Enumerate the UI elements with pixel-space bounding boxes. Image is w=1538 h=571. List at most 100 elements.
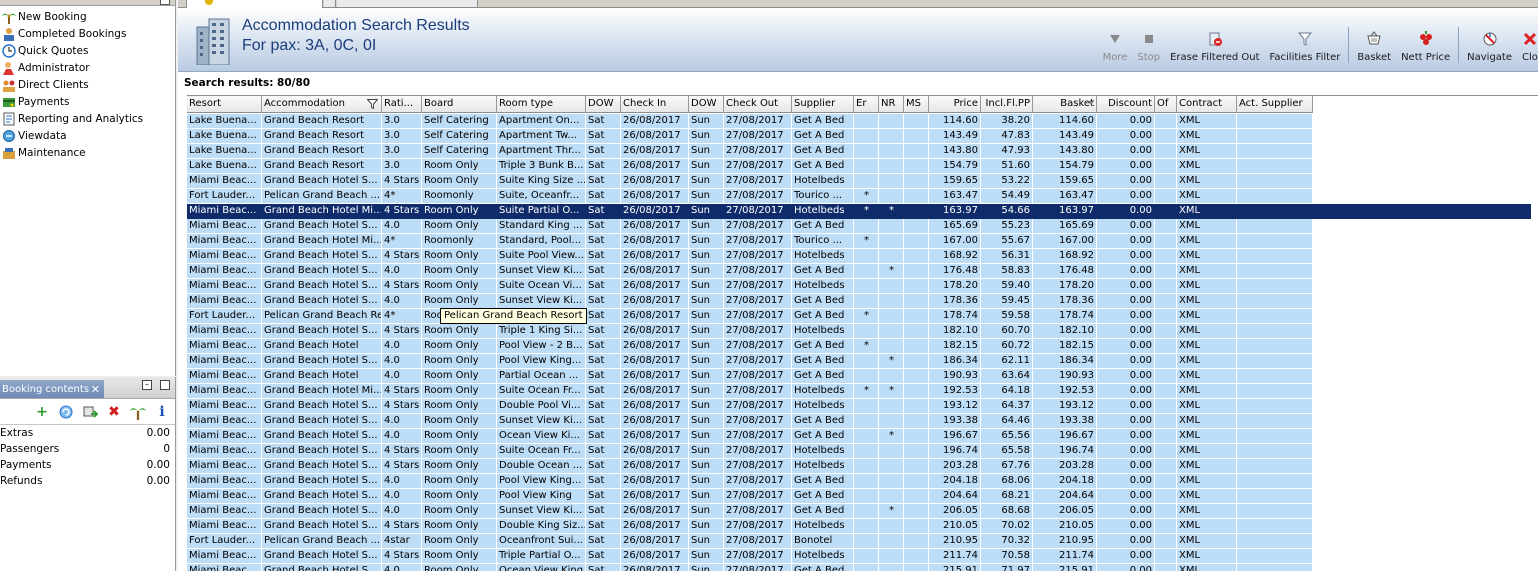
palm-tree-icon[interactable] (130, 404, 146, 420)
nav-item-payments[interactable]: Payments (0, 93, 175, 110)
table-row[interactable]: Fort Lauder... Pelican Grand Beach ... 4st… (187, 534, 1531, 549)
table-row[interactable]: Miami Beac... Grand Beach Hotel S... 4 Sta… (187, 249, 1531, 264)
cell-er (854, 174, 879, 189)
cell-basket: 167.00 (1033, 234, 1097, 249)
nav-item-direct-clients[interactable]: Direct Clients (0, 76, 175, 93)
table-row[interactable]: Miami Beac... Grand Beach Hotel S... 4.0 Ro… (187, 219, 1531, 234)
table-row[interactable]: Miami Beac... Grand Beach Hotel S... 4 Sta… (187, 174, 1531, 189)
column-header-act-supplier[interactable]: Act. Supplier (1237, 96, 1313, 113)
table-row[interactable]: Fort Lauder...Pelican Grand Beach Resort… (187, 309, 1531, 324)
table-row[interactable]: Miami Beac... Grand Beach Hotel S... 4.0 Ro… (187, 294, 1531, 309)
table-row[interactable]: Miami Beac... Grand Beach Hotel S... 4.0 Ro… (187, 414, 1531, 429)
nav-item-viewdata[interactable]: Viewdata (0, 127, 175, 144)
column-header-board[interactable]: Board (422, 96, 497, 113)
nav-item-maintenance[interactable]: Maintenance (0, 144, 175, 161)
nav-panel-restore-icon[interactable] (160, 0, 170, 5)
column-header-dow-in[interactable]: DOW (586, 96, 621, 113)
cell-dow-in: Sat (586, 189, 621, 204)
column-header-room-type[interactable]: Room type (497, 96, 586, 113)
info-icon[interactable]: i (154, 404, 170, 420)
delete-icon[interactable]: ✖ (106, 404, 122, 420)
nav-item-quick-quotes[interactable]: Quick Quotes (0, 42, 175, 59)
facilities-filter-button[interactable]: Facilities Filter (1265, 22, 1346, 66)
column-header-supplier[interactable]: Supplier (792, 96, 854, 113)
table-row[interactable]: Miami Beac... Grand Beach Hotel Mi... 4* Ro… (187, 234, 1531, 249)
nav-item-completed-bookings[interactable]: Completed Bookings (0, 25, 175, 42)
nett-price-icon (1418, 31, 1434, 47)
table-row[interactable]: Miami Beac... Grand Beach Hotel S... 4 Sta… (187, 549, 1531, 564)
table-row[interactable]: Miami Beac... Grand Beach Hotel S... 4 Sta… (187, 279, 1531, 294)
refresh-globe-icon[interactable] (58, 404, 74, 420)
add-icon[interactable]: + (34, 404, 50, 420)
table-row[interactable]: Miami Beac... Grand Beach Hotel S... 4 Sta… (187, 459, 1531, 474)
table-row[interactable]: Lake Buena... Grand Beach Resort 3.0 Self C… (187, 144, 1531, 159)
column-header-check-in[interactable]: Check In (621, 96, 689, 113)
column-header-discount[interactable]: Discount (1097, 96, 1155, 113)
table-row[interactable]: Miami Beac... Grand Beach Hotel S... 4.0 Ro… (187, 354, 1531, 369)
close-button[interactable]: Clo (1517, 22, 1538, 66)
basket-button[interactable]: Basket (1352, 22, 1396, 66)
table-row[interactable]: Fort Lauder... Pelican Grand Beach ... 4* R… (187, 189, 1531, 204)
table-row[interactable]: Miami Beac... Grand Beach Hotel S... 4.0 Ro… (187, 489, 1531, 504)
tab-scroll[interactable] (324, 0, 336, 7)
tab-search-results[interactable] (186, 0, 323, 8)
cell-incl-fl-pp: 63.64 (981, 369, 1033, 384)
cell-resort: Miami Beac... (187, 384, 262, 399)
table-row[interactable]: Miami Beac... Grand Beach Hotel S... 4 Sta… (187, 519, 1531, 534)
table-row[interactable]: Miami Beac... Grand Beach Hotel S... 4 Sta… (187, 444, 1531, 459)
cell-dow-in: Sat (586, 234, 621, 249)
column-header-incl-fl-pp[interactable]: Incl.Fl.PP (981, 96, 1033, 113)
cell-of (1155, 219, 1177, 234)
cell-discount: 0.00 (1097, 444, 1155, 459)
column-header-basket[interactable]: Basket (1033, 96, 1097, 113)
table-row[interactable]: Miami Beac... Grand Beach Hotel Mi... 4 St… (187, 204, 1531, 219)
erase-filtered-out-button[interactable]: Erase Filtered Out (1165, 22, 1264, 66)
column-header-resort[interactable]: Resort (187, 96, 262, 113)
tab-secondary[interactable] (337, 0, 478, 7)
column-header-er[interactable]: Er (854, 96, 879, 113)
column-header-check-out[interactable]: Check Out (724, 96, 792, 113)
column-header-dow-out[interactable]: DOW (689, 96, 724, 113)
cell-nr (879, 519, 904, 534)
close-icon[interactable]: ✕ (91, 383, 100, 396)
more-button[interactable]: More (1098, 22, 1133, 66)
table-row[interactable]: Miami Beac... Grand Beach Hotel S... 4 Sta… (187, 399, 1531, 414)
nett-price-button[interactable]: Nett Price (1396, 22, 1455, 66)
maximize-icon[interactable] (160, 380, 170, 390)
table-row[interactable]: Miami Beac... Grand Beach Hotel S... 4.0 Ro… (187, 564, 1531, 571)
filter-icon[interactable] (367, 99, 378, 109)
table-row[interactable]: Miami Beac... Grand Beach Hotel S... 4.0 Ro… (187, 429, 1531, 444)
table-row[interactable]: Miami Beac... Grand Beach Hotel S... 4.0 Ro… (187, 474, 1531, 489)
table-row[interactable]: Miami Beac... Grand Beach Hotel Mi... 4 St… (187, 384, 1531, 399)
nav-label: Completed Bookings (18, 27, 127, 40)
table-row[interactable]: Miami Beac... Grand Beach Hotel 4.0 Room On… (187, 369, 1531, 384)
column-header-rating[interactable]: Rati... (382, 96, 422, 113)
column-header-nr[interactable]: NR (879, 96, 904, 113)
table-row[interactable]: Miami Beac... Grand Beach Hotel S... 4.0 Ro… (187, 504, 1531, 519)
cell-resort: Lake Buena... (187, 144, 262, 159)
move-items-icon[interactable] (82, 404, 99, 420)
booking-contents-tab[interactable]: Booking contents ✕ (0, 380, 104, 398)
nav-item-new-booking[interactable]: New Booking (0, 8, 175, 25)
column-header-accommodation[interactable]: Accommodation (262, 96, 382, 113)
nav-item-administrator[interactable]: Administrator (0, 59, 175, 76)
column-header-of[interactable]: Of (1155, 96, 1177, 113)
table-row[interactable]: Miami Beac... Grand Beach Hotel S... 4.0 Ro… (187, 264, 1531, 279)
table-row[interactable]: Miami Beac... Grand Beach Hotel 4.0 Room On… (187, 339, 1531, 354)
minimize-icon[interactable]: – (142, 380, 152, 390)
cell-dow-in: Sat (586, 324, 621, 339)
cell-rating: 3.0 (382, 159, 422, 174)
row-fill (1313, 174, 1531, 189)
table-row[interactable]: Miami Beac... Grand Beach Hotel S... 4 Sta… (187, 324, 1531, 339)
column-header-contract[interactable]: Contract (1177, 96, 1237, 113)
column-header-ms[interactable]: MS (904, 96, 929, 113)
table-row[interactable]: Lake Buena... Grand Beach Resort 3.0 Self C… (187, 114, 1531, 129)
nav-item-reporting-and-analytics[interactable]: Reporting and Analytics (0, 110, 175, 127)
stop-button[interactable]: Stop (1132, 22, 1165, 66)
cell-contract: XML (1177, 564, 1237, 571)
table-row[interactable]: Lake Buena... Grand Beach Resort 3.0 Room O… (187, 159, 1531, 174)
navigate-button[interactable]: Navigate (1462, 22, 1517, 66)
table-row[interactable]: Lake Buena... Grand Beach Resort 3.0 Self C… (187, 129, 1531, 144)
column-header-price[interactable]: Price (929, 96, 981, 113)
cell-act-supplier (1237, 399, 1313, 414)
